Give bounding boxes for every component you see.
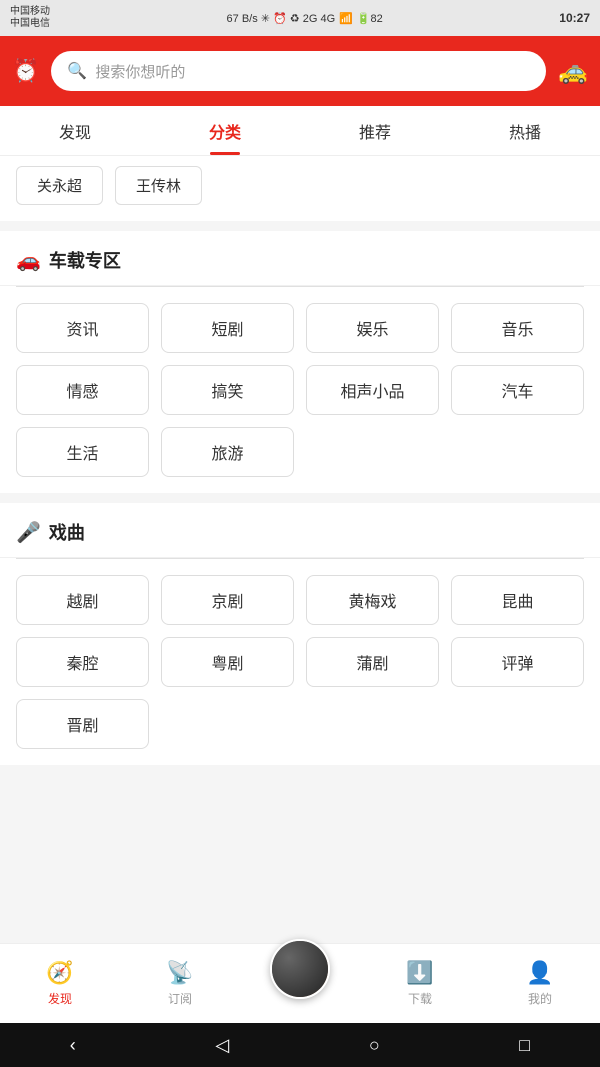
tag-kun-opera[interactable]: 昆曲 [451,575,584,625]
status-bar: 中国移动 中国电信 67 B/s ✳ ⏰ ♻ 2G 4G 📶 🔋82 10:27 [0,0,600,36]
person-pill-1[interactable]: 关永超 [16,166,103,205]
person-row: 关永超 王传林 [0,156,600,221]
nav-tabs: 发现 分类 推荐 热播 [0,106,600,156]
tag-news[interactable]: 资讯 [16,303,149,353]
person-icon: 👤 [526,960,553,986]
android-bar: ‹ ◁ ○ □ [0,1023,600,1067]
tag-travel[interactable]: 旅游 [161,427,294,477]
tag-car[interactable]: 汽车 [451,365,584,415]
app-header: ⏰ 🔍 搜索你想听的 🚕 [0,36,600,106]
section-opera: 🎤 戏曲 越剧 京剧 黄梅戏 昆曲 秦腔 粤剧 蒲剧 评弹 晋剧 [0,503,600,765]
car-mode-icon[interactable]: 🚕 [558,57,588,86]
recent-button[interactable]: ○ [369,1035,380,1056]
tag-jing-opera[interactable]: 京剧 [161,575,294,625]
tag-crosstalk[interactable]: 相声小品 [306,365,439,415]
tag-pu-opera[interactable]: 蒲剧 [306,637,439,687]
tag-huangmei[interactable]: 黄梅戏 [306,575,439,625]
search-placeholder: 搜索你想听的 [95,61,185,82]
back-button[interactable]: ‹ [70,1035,76,1056]
avatar-image [272,941,328,997]
home-button[interactable]: ◁ [215,1035,229,1056]
search-icon: 🔍 [67,61,87,81]
clock: 10:27 [559,11,590,25]
overview-button[interactable]: □ [519,1035,530,1056]
nav-mine-label: 我的 [528,990,552,1007]
tab-recommend[interactable]: 推荐 [300,106,450,155]
rss-icon: 📡 [166,960,193,986]
nav-download[interactable]: ⬇️ 下载 [360,960,480,1007]
download-icon: ⬇️ [406,960,433,986]
tag-jin-opera[interactable]: 晋剧 [16,699,149,749]
section-car-title: 车载专区 [49,247,121,273]
status-center: 67 B/s ✳ ⏰ ♻ 2G 4G 📶 🔋82 [227,12,383,25]
tag-emotion[interactable]: 情感 [16,365,149,415]
center-avatar[interactable] [270,939,330,999]
section-opera-title: 戏曲 [49,519,85,545]
person-pill-2[interactable]: 王传林 [115,166,202,205]
opera-section-icon: 🎤 [16,520,41,545]
tag-entertainment[interactable]: 娱乐 [306,303,439,353]
tab-hot[interactable]: 热播 [450,106,600,155]
tag-qin-opera[interactable]: 秦腔 [16,637,149,687]
search-bar[interactable]: 🔍 搜索你想听的 [51,51,546,91]
opera-tag-grid: 越剧 京剧 黄梅戏 昆曲 秦腔 粤剧 蒲剧 评弹 晋剧 [0,559,600,765]
tag-pingtan[interactable]: 评弹 [451,637,584,687]
header-clock-icon[interactable]: ⏰ [12,58,39,84]
tab-category[interactable]: 分类 [150,106,300,155]
nav-subscribe-label: 订阅 [168,990,192,1007]
carrier-info: 中国移动 中国电信 [10,6,50,30]
nav-discover-label: 发现 [48,990,72,1007]
compass-icon: 🧭 [46,960,73,986]
car-tag-grid: 资讯 短剧 娱乐 音乐 情感 搞笑 相声小品 汽车 生活 旅游 [0,287,600,493]
tag-short-drama[interactable]: 短剧 [161,303,294,353]
tag-yue-opera[interactable]: 越剧 [16,575,149,625]
tag-funny[interactable]: 搞笑 [161,365,294,415]
nav-mine[interactable]: 👤 我的 [480,960,600,1007]
section-opera-header: 🎤 戏曲 [0,503,600,558]
nav-discover[interactable]: 🧭 发现 [0,960,120,1007]
nav-download-label: 下载 [408,990,432,1007]
tag-life[interactable]: 生活 [16,427,149,477]
nav-subscribe[interactable]: 📡 订阅 [120,960,240,1007]
section-car: 🚗 车载专区 资讯 短剧 娱乐 音乐 情感 搞笑 相声小品 汽车 生活 旅游 [0,231,600,493]
tab-discover[interactable]: 发现 [0,106,150,155]
main-content: 关永超 王传林 🚗 车载专区 资讯 短剧 娱乐 音乐 情感 搞笑 相声小品 汽车… [0,156,600,905]
section-car-header: 🚗 车载专区 [0,231,600,286]
nav-center[interactable] [240,939,360,999]
car-section-icon: 🚗 [16,248,41,273]
tag-music[interactable]: 音乐 [451,303,584,353]
bottom-nav: 🧭 发现 📡 订阅 ⬇️ 下载 👤 我的 [0,943,600,1023]
tag-yue-opera2[interactable]: 粤剧 [161,637,294,687]
